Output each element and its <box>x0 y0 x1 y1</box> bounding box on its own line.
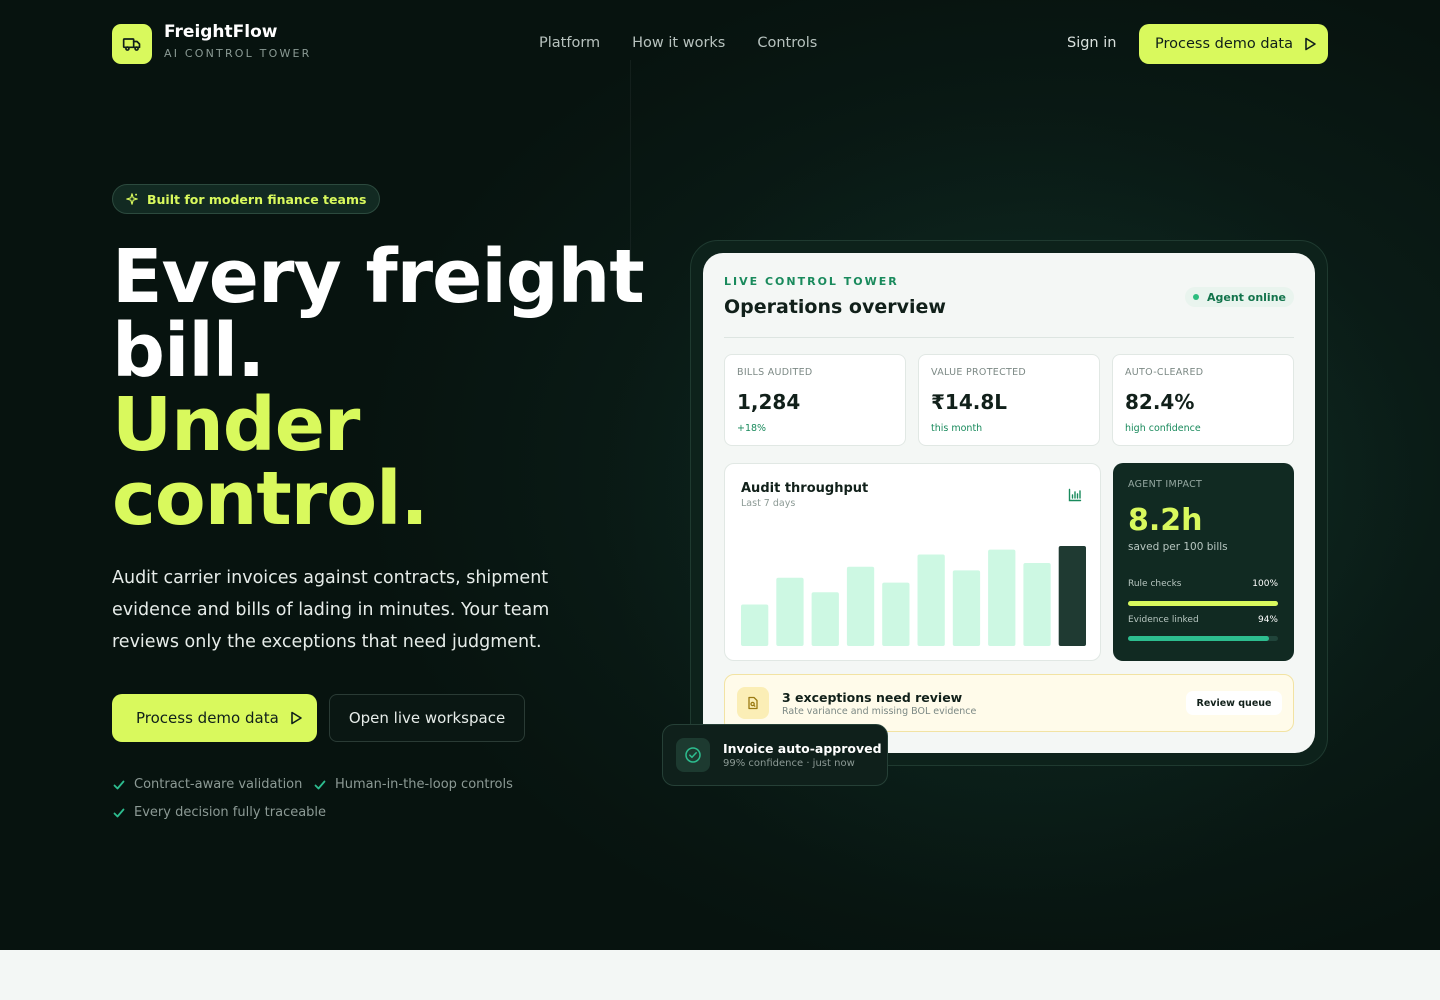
throughput-bar-chart <box>741 546 1086 646</box>
toast-sub: 99% confidence · just now <box>723 758 855 769</box>
kpi-sub: +18% <box>737 423 767 434</box>
bar-chart-icon[interactable] <box>1068 488 1082 502</box>
feature-item: Human-in-the-loop controls <box>313 777 513 792</box>
logo[interactable] <box>112 24 152 64</box>
nav-process-demo-button[interactable]: Process demo data <box>1139 24 1328 64</box>
impact-sub: saved per 100 bills <box>1128 541 1228 553</box>
check-circle-icon <box>676 738 710 772</box>
hero-badge: Built for modern finance teams <box>112 184 381 214</box>
chart-bar <box>741 604 769 646</box>
progress-percent: 94% <box>1257 615 1278 625</box>
document-search-icon <box>737 687 769 719</box>
hero-headline: Every freight bill. Under control. <box>112 234 645 542</box>
kpi-label: AUTO-CLEARED <box>1125 367 1204 378</box>
chart-bar <box>988 549 1016 646</box>
alert-sub: Rate variance and missing BOL evidence <box>782 706 977 717</box>
impact-value: 8.2h <box>1128 503 1203 538</box>
chart-bar <box>882 582 910 646</box>
progress-row-evidence-linked: Evidence linked 94% <box>1128 615 1278 625</box>
chart-bar <box>917 554 945 646</box>
kpi-label: BILLS AUDITED <box>737 367 813 378</box>
kpi-value: 82.4% <box>1125 390 1195 414</box>
headline-line-2: bill. <box>112 308 265 394</box>
agent-impact-card: AGENT IMPACT 8.2h saved per 100 bills Ru… <box>1113 463 1294 661</box>
feature-item: Contract-aware validation <box>112 777 302 792</box>
hero-description: Audit carrier invoices against contracts… <box>112 568 550 652</box>
open-workspace-button[interactable]: Open live workspace <box>329 694 525 742</box>
main-nav: Platform How it works Controls <box>539 35 817 51</box>
kpi-label: VALUE PROTECTED <box>931 367 1027 378</box>
chart-bar <box>952 570 981 646</box>
dashboard-divider <box>724 337 1294 338</box>
brand-tagline: AI CONTROL TOWER <box>164 47 312 60</box>
check-icon <box>113 808 125 817</box>
impact-label: AGENT IMPACT <box>1128 479 1203 490</box>
chart-bar <box>1023 563 1051 646</box>
toast-title: Invoice auto-approved <box>723 741 882 756</box>
nav-item-how-it-works[interactable]: How it works <box>632 35 725 51</box>
status-label: Agent online <box>1207 290 1286 304</box>
chart-subtitle: Last 7 days <box>741 498 796 509</box>
chart-bar <box>811 592 839 646</box>
check-icon <box>314 780 326 789</box>
kpi-card-bills-audited: BILLS AUDITED 1,284 +18% <box>724 354 906 446</box>
hero-section: FreightFlow AI CONTROL TOWER Platform Ho… <box>0 0 1440 950</box>
progress-fill <box>1128 636 1269 641</box>
truck-icon <box>122 38 141 51</box>
review-queue-button[interactable]: Review queue <box>1186 691 1282 715</box>
badge-label: Built for modern finance teams <box>147 191 367 207</box>
hero-process-demo-button[interactable]: Process demo data <box>112 694 317 742</box>
play-icon <box>290 711 302 725</box>
dashboard-preview: LIVE CONTROL TOWER Operations overview A… <box>703 253 1315 753</box>
play-icon <box>1305 37 1316 51</box>
dashboard-eyebrow: LIVE CONTROL TOWER <box>724 275 899 288</box>
brand: FreightFlow AI CONTROL TOWER <box>164 22 312 60</box>
check-icon <box>113 780 125 789</box>
feature-label: Every decision fully traceable <box>134 805 327 820</box>
progress-percent: 100% <box>1252 579 1278 589</box>
progress-row-rule-checks: Rule checks 100% <box>1128 579 1278 589</box>
kpi-sub: high confidence <box>1125 423 1201 434</box>
hero-cta-label: Process demo data <box>136 709 279 727</box>
nav-item-platform[interactable]: Platform <box>539 35 600 51</box>
kpi-card-value-protected: VALUE PROTECTED ₹14.8L this month <box>918 354 1100 446</box>
progress-track <box>1128 636 1278 641</box>
auto-approved-toast: Invoice auto-approved 99% confidence · j… <box>662 724 888 786</box>
kpi-value: 1,284 <box>737 390 801 414</box>
status-dot-icon <box>1193 294 1199 300</box>
signin-link[interactable]: Sign in <box>1067 35 1116 51</box>
status-badge: Agent online <box>1185 287 1294 307</box>
chart-bar <box>846 566 875 646</box>
headline-line-3: Under <box>112 382 360 468</box>
feature-item: Every decision fully traceable <box>112 805 326 820</box>
kpi-sub: this month <box>931 423 983 434</box>
chart-title: Audit throughput <box>741 481 869 496</box>
kpi-value: ₹14.8L <box>931 390 1008 414</box>
dashboard-title: Operations overview <box>724 296 946 318</box>
kpi-card-auto-cleared: AUTO-CLEARED 82.4% high confidence <box>1112 354 1294 446</box>
progress-label: Evidence linked <box>1128 615 1199 625</box>
progress-label: Rule checks <box>1128 579 1182 589</box>
progress-track <box>1128 601 1278 606</box>
nav-item-controls[interactable]: Controls <box>757 35 817 51</box>
next-section <box>0 950 1440 1000</box>
feature-label: Contract-aware validation <box>134 777 303 792</box>
progress-fill <box>1128 601 1278 606</box>
alert-title: 3 exceptions need review <box>782 690 963 705</box>
throughput-chart-card: Audit throughput Last 7 days <box>724 463 1101 661</box>
headline-line-4: control. <box>112 456 429 542</box>
nav-cta-label: Process demo data <box>1155 36 1294 52</box>
chart-bar <box>1058 546 1086 646</box>
headline-line-1: Every freight <box>112 234 645 320</box>
chart-bar <box>776 577 804 646</box>
sparkle-icon <box>126 193 138 205</box>
feature-label: Human-in-the-loop controls <box>335 777 513 792</box>
brand-name: FreightFlow <box>164 22 278 42</box>
